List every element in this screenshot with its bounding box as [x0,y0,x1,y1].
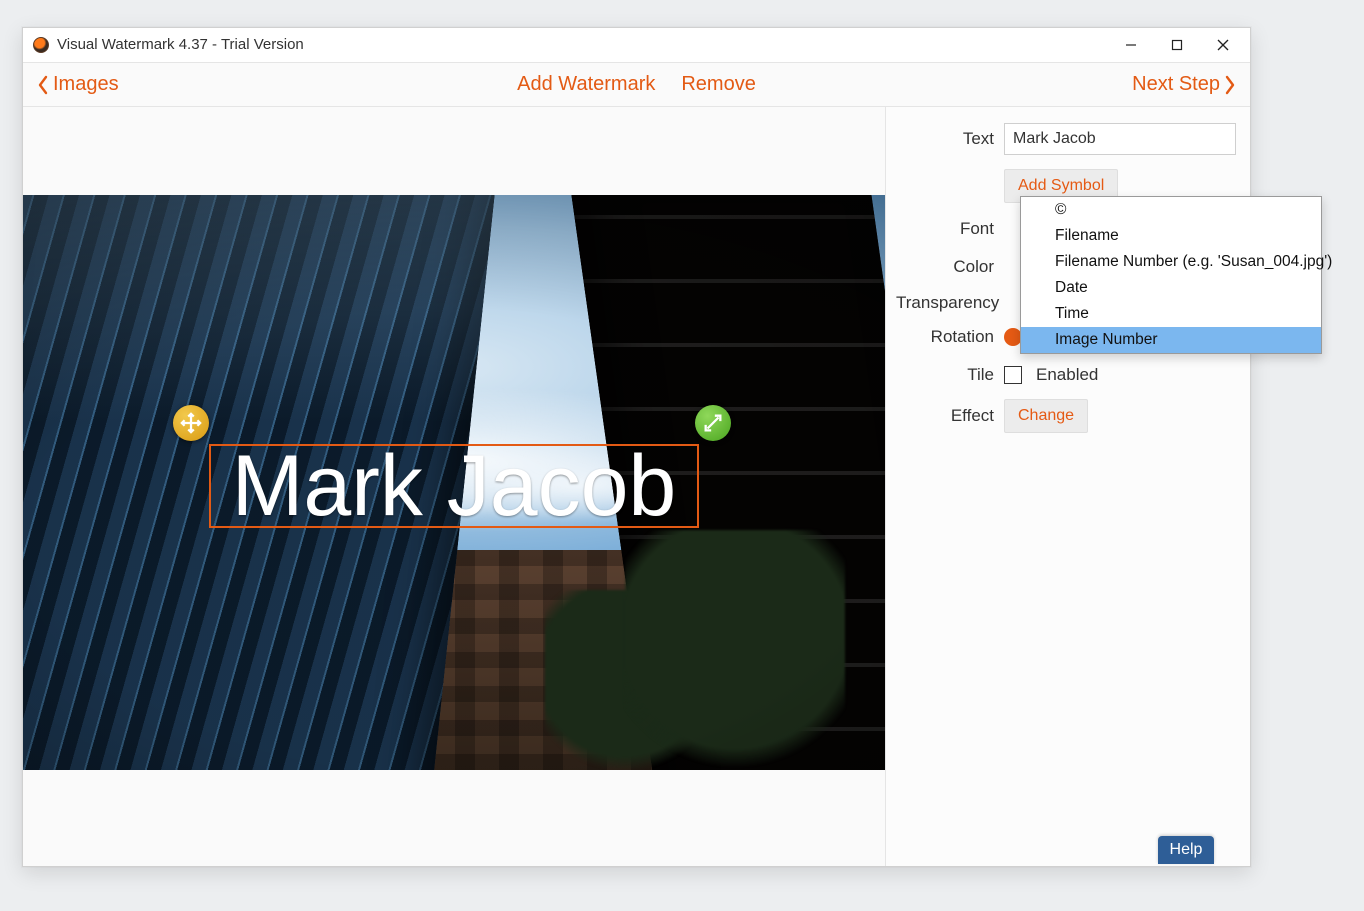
font-label: Font [896,219,1004,239]
tile-enabled-checkbox[interactable] [1004,366,1022,384]
chevron-left-icon [37,75,49,95]
move-icon [180,412,202,434]
symbol-menu-item[interactable]: Image Number [1021,327,1321,353]
add-symbol-dropdown[interactable]: ©FilenameFilename Number (e.g. 'Susan_00… [1020,196,1322,354]
remove-label: Remove [681,73,755,96]
back-images-button[interactable]: Images [37,73,119,96]
app-window: Visual Watermark 4.37 - Trial Version Im… [22,27,1251,867]
tile-enabled-label: Enabled [1036,365,1098,385]
window-controls [1108,30,1246,60]
help-label: Help [1170,841,1203,859]
app-icon [33,37,49,53]
effect-label: Effect [896,406,1004,426]
watermark-bounding-box[interactable]: Mark Jacob [209,444,699,528]
window-title: Visual Watermark 4.37 - Trial Version [57,36,304,53]
minimize-icon [1125,39,1137,51]
resize-handle[interactable] [695,405,731,441]
next-step-button[interactable]: Next Step [1132,73,1236,96]
text-label: Text [896,129,1004,149]
rotation-label: Rotation [896,327,1004,347]
move-handle[interactable] [173,405,209,441]
symbol-menu-item[interactable]: Filename [1021,223,1321,249]
next-label: Next Step [1132,73,1220,96]
close-button[interactable] [1200,30,1246,60]
resize-icon [702,412,724,434]
symbol-menu-item[interactable]: Time [1021,301,1321,327]
preview-canvas[interactable]: Mark Jacob [23,107,885,866]
color-label: Color [896,257,1004,277]
minimize-button[interactable] [1108,30,1154,60]
chevron-right-icon [1224,75,1236,95]
tile-label: Tile [896,365,1004,385]
back-label: Images [53,73,119,96]
close-icon [1217,39,1229,51]
add-watermark-button[interactable]: Add Watermark [517,73,655,96]
preview-image: Mark Jacob [23,195,885,770]
transparency-label: Transparency [896,293,1004,313]
symbol-menu-item[interactable]: Filename Number (e.g. 'Susan_004.jpg') [1021,249,1321,275]
maximize-icon [1171,39,1183,51]
titlebar: Visual Watermark 4.37 - Trial Version [23,28,1250,62]
symbol-menu-item[interactable]: © [1021,197,1321,223]
symbol-menu-item[interactable]: Date [1021,275,1321,301]
toolbar: Images Add Watermark Remove Next Step [23,62,1250,107]
effect-change-button[interactable]: Change [1004,399,1088,433]
watermark-text[interactable]: Mark Jacob [232,443,677,529]
add-watermark-label: Add Watermark [517,73,655,96]
remove-button[interactable]: Remove [681,73,755,96]
watermark-text-input[interactable] [1004,123,1236,155]
help-button[interactable]: Help [1158,836,1214,864]
maximize-button[interactable] [1154,30,1200,60]
